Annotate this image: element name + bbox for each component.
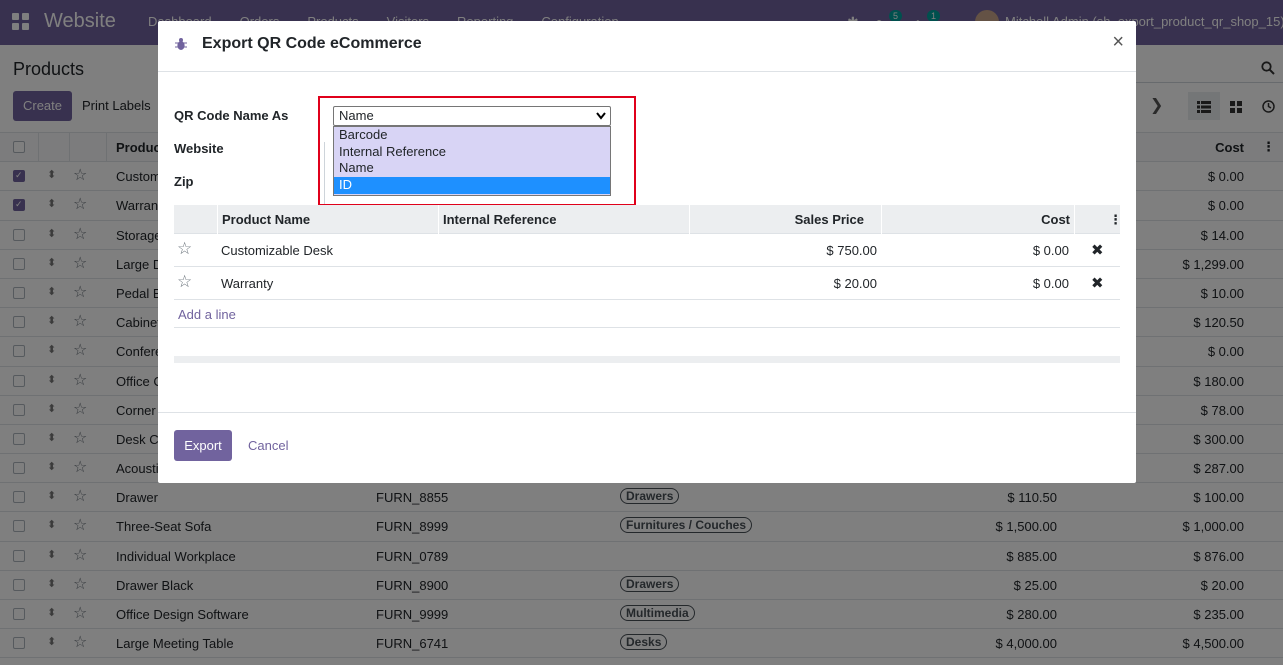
option-internal-reference[interactable]: Internal Reference [334,144,610,161]
export-button[interactable]: Export [174,430,232,461]
option-id[interactable]: ID [334,177,610,194]
header-cost[interactable]: Cost [1041,212,1070,227]
product-lines-table: Product Name Internal Reference Sales Pr… [174,205,1122,328]
line-cost[interactable]: $ 0.00 [1033,243,1069,258]
add-line-row: Add a line [174,300,1120,328]
header-sales-price[interactable]: Sales Price [795,212,864,227]
line-cost[interactable]: $ 0.00 [1033,276,1069,291]
horizontal-scrollbar[interactable] [174,356,1120,363]
cancel-button[interactable]: Cancel [248,438,288,453]
line-product-name[interactable]: Customizable Desk [221,243,333,258]
qr-code-name-label: QR Code Name As [174,108,289,123]
line-sales-price[interactable]: $ 20.00 [834,276,877,291]
export-qr-dialog: Export QR Code eCommerce × QR Code Name … [158,21,1136,483]
add-line-link[interactable]: Add a line [178,307,236,322]
qr-code-name-select[interactable]: Name [333,106,611,126]
star-icon[interactable]: ☆ [177,272,192,292]
header-product-name[interactable]: Product Name [222,212,310,227]
select-options-list: Barcode Internal Reference Name ID [333,126,611,196]
dialog-footer: Export Cancel [158,412,1136,483]
line-sales-price[interactable]: $ 750.00 [826,243,877,258]
table-row[interactable]: ☆ Warranty $ 20.00 $ 0.00 ✖ [174,267,1120,300]
bug-icon [175,38,187,50]
close-icon[interactable]: × [1112,31,1124,54]
lines-header: Product Name Internal Reference Sales Pr… [174,205,1122,234]
option-barcode[interactable]: Barcode [334,127,610,144]
header-internal-reference[interactable]: Internal Reference [443,212,556,227]
dialog-title: Export QR Code eCommerce [202,35,422,52]
option-name[interactable]: Name [334,160,610,177]
select-value: Name [339,108,374,123]
column-options-icon[interactable]: ⋮ [1109,212,1122,228]
line-product-name[interactable]: Warranty [221,276,273,291]
delete-line-icon[interactable]: ✖ [1091,241,1104,259]
dialog-header: Export QR Code eCommerce × [158,21,1136,72]
zip-label: Zip [174,174,194,189]
star-icon[interactable]: ☆ [177,239,192,259]
website-label: Website [174,141,224,156]
delete-line-icon[interactable]: ✖ [1091,274,1104,292]
table-row[interactable]: ☆ Customizable Desk $ 750.00 $ 0.00 ✖ [174,234,1120,267]
